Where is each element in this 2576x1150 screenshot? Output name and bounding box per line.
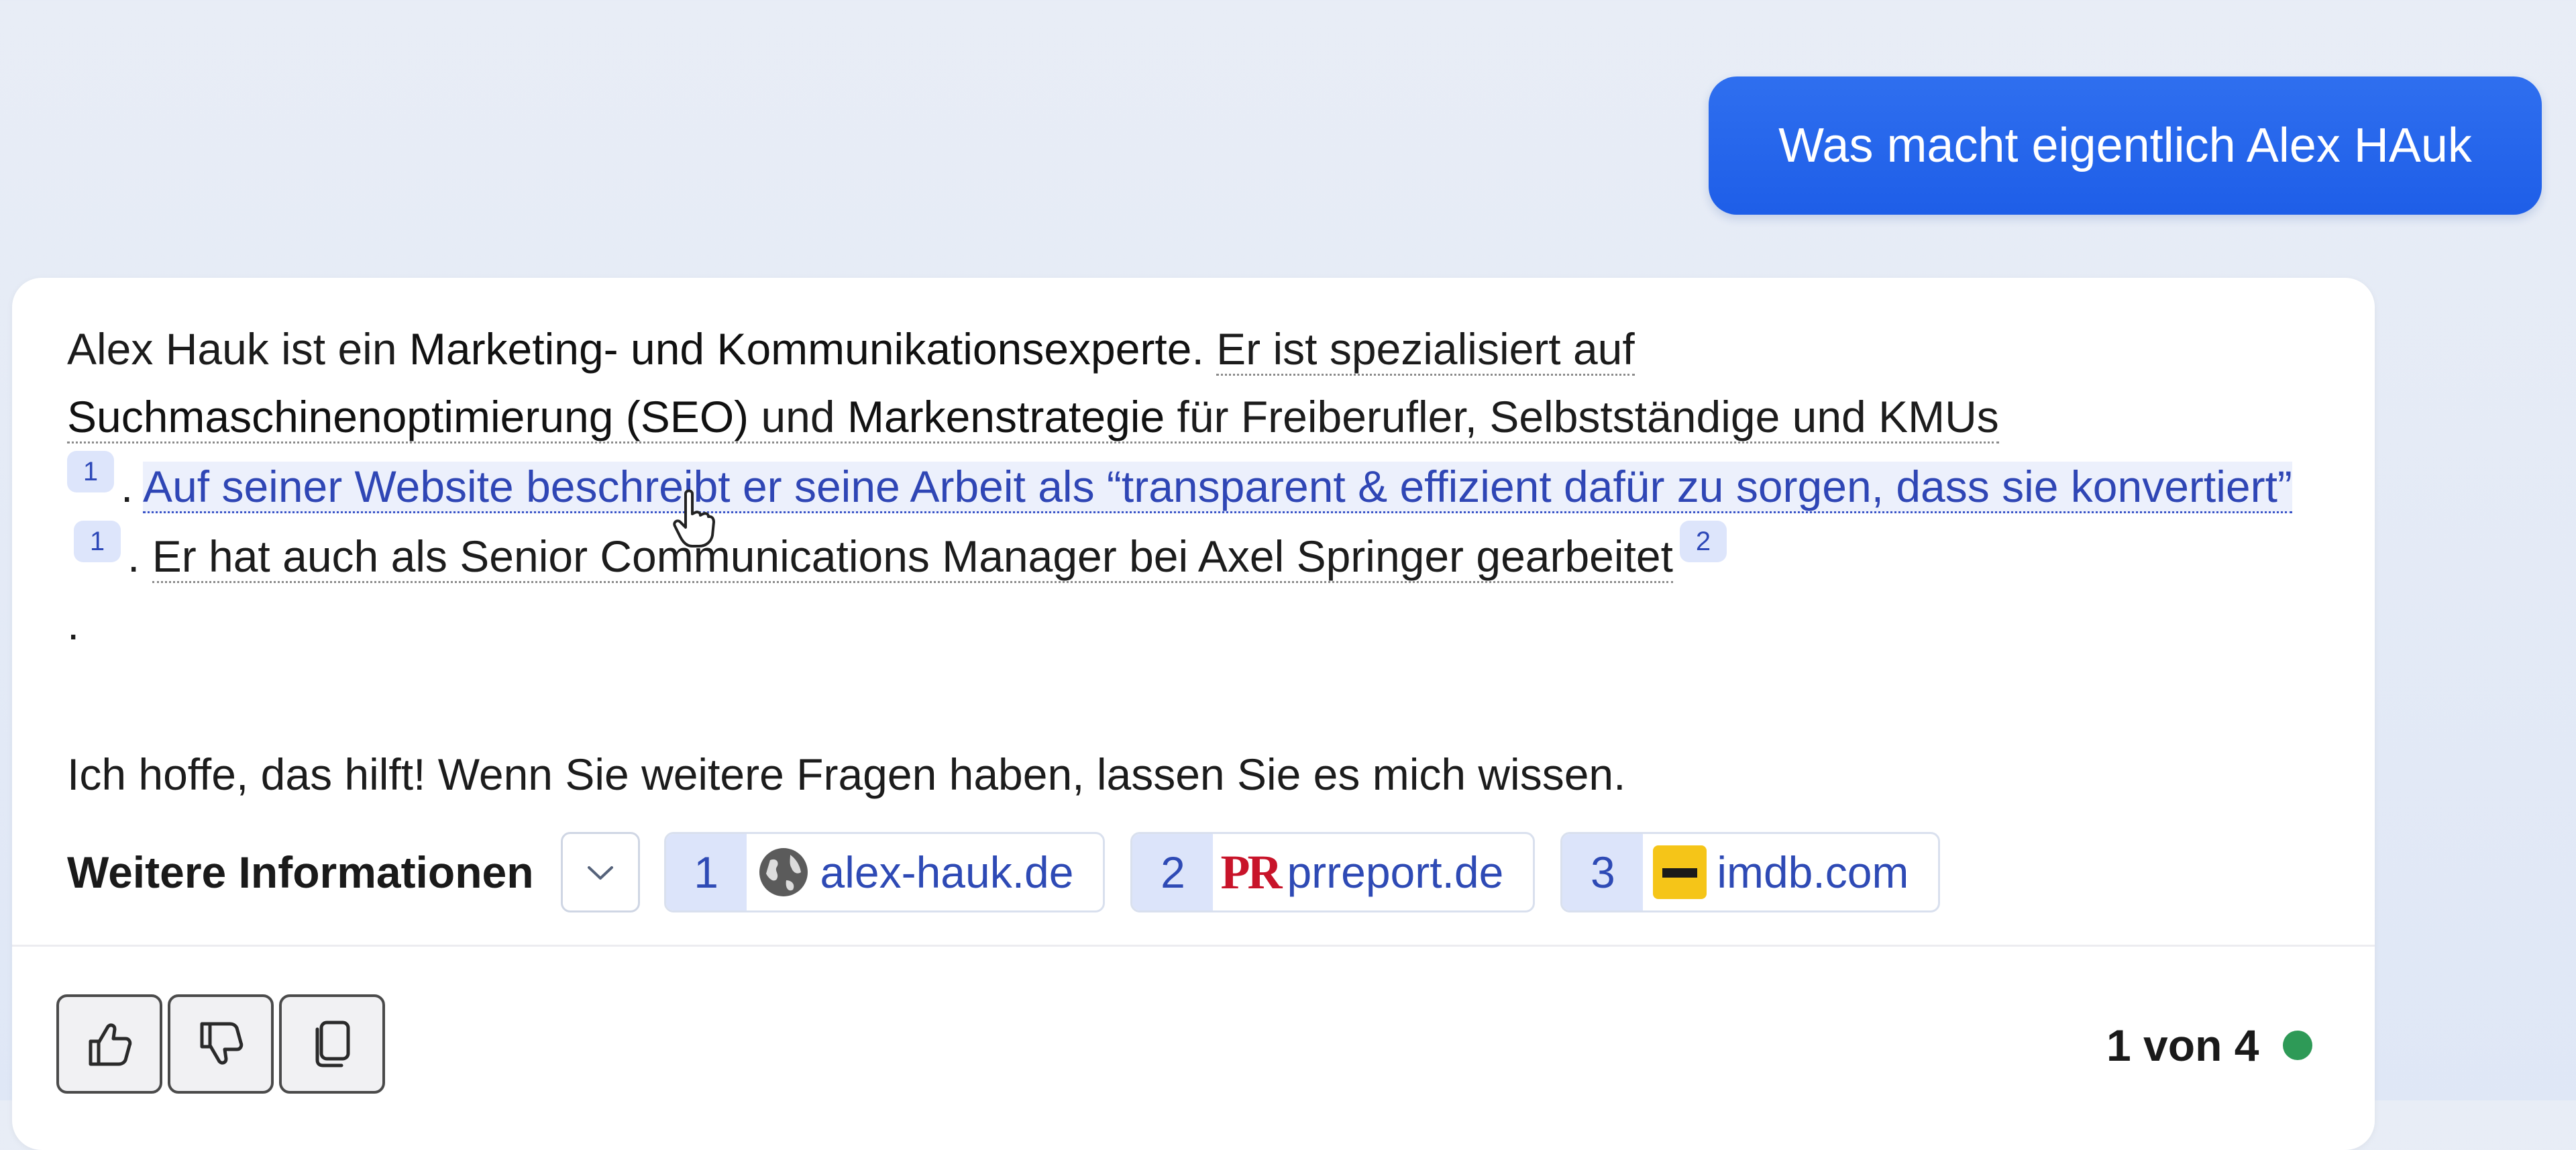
thumbs-up-button[interactable]: [56, 994, 162, 1094]
answer-bold-phrase: Marketing- und Kommunikationsexperte: [409, 324, 1192, 374]
answer-text: .: [67, 599, 80, 649]
assistant-response-text: Alex Hauk ist ein Marketing- und Kommuni…: [67, 315, 2314, 658]
pager-text: 1 von 4: [2106, 1021, 2259, 1070]
answer-text: und: [749, 392, 847, 441]
imdb-logo: [1653, 845, 1707, 899]
answer-paragraph-2: Ich hoffe, das hilft! Wenn Sie weitere F…: [67, 749, 1626, 799]
card-divider: [12, 945, 2375, 947]
cited-quote-link[interactable]: Auf seiner Website beschreibt er seine A…: [143, 462, 2292, 513]
more-info-row: Weitere Informationen 1 alex-hauk.de 2 P…: [67, 832, 1966, 912]
source-chip-1[interactable]: 1 alex-hauk.de: [663, 832, 1106, 912]
thumbs-up-icon: [89, 1023, 132, 1066]
source-number: 1: [665, 834, 747, 910]
user-message-text: Was macht eigentlich Alex HAuk: [1778, 119, 2472, 172]
response-pager: 1 von 4: [2106, 1020, 2313, 1071]
source-domain: imdb.com: [1717, 847, 1909, 897]
feedback-actions: [56, 994, 385, 1094]
citation-badge[interactable]: 1: [74, 521, 121, 562]
answer-text: Er ist spezialisiert auf: [1216, 324, 1635, 374]
source-number: 3: [1562, 834, 1644, 910]
answer-text: .: [127, 531, 152, 581]
cited-sentence-2[interactable]: Er hat auch als Senior Communications Ma…: [152, 531, 1673, 583]
chevron-down-icon: [587, 866, 613, 880]
answer-bold-phrase: Suchmaschinenoptimierung (SEO): [67, 392, 749, 441]
answer-text: .: [121, 462, 144, 511]
copy-button[interactable]: [279, 994, 385, 1094]
user-message-bubble: Was macht eigentlich Alex HAuk: [1709, 76, 2542, 215]
citation-badge[interactable]: 2: [1679, 521, 1727, 562]
answer-bold-phrase: Markenstrategie: [847, 392, 1165, 441]
source-domain: alex-hauk.de: [820, 847, 1074, 897]
thumbs-down-icon: [200, 1022, 244, 1065]
source-chip-2[interactable]: 2 PR prreport.de: [1130, 832, 1536, 912]
answer-text: für Freiberufler, Selbstständige und KMU…: [1165, 392, 1999, 441]
copy-icon: [315, 1021, 350, 1067]
thumbs-down-button[interactable]: [168, 994, 274, 1094]
more-info-label: Weitere Informationen: [67, 847, 534, 897]
pr-logo: PR: [1220, 845, 1282, 899]
citation-badge[interactable]: 1: [67, 451, 114, 492]
source-chip-3[interactable]: 3 imdb.com: [1560, 832, 1941, 912]
answer-text: Alex Hauk ist ein: [67, 324, 409, 374]
expand-sources-button[interactable]: [560, 832, 640, 912]
source-number: 2: [1132, 834, 1214, 910]
globe-icon: [759, 848, 808, 896]
answer-paragraph-1: Alex Hauk ist ein Marketing- und Kommuni…: [67, 315, 2314, 658]
source-domain: prreport.de: [1287, 847, 1504, 897]
hand-cursor-icon: [673, 489, 715, 547]
status-dot-icon: [2283, 1031, 2313, 1060]
answer-text: .: [1191, 324, 1217, 374]
